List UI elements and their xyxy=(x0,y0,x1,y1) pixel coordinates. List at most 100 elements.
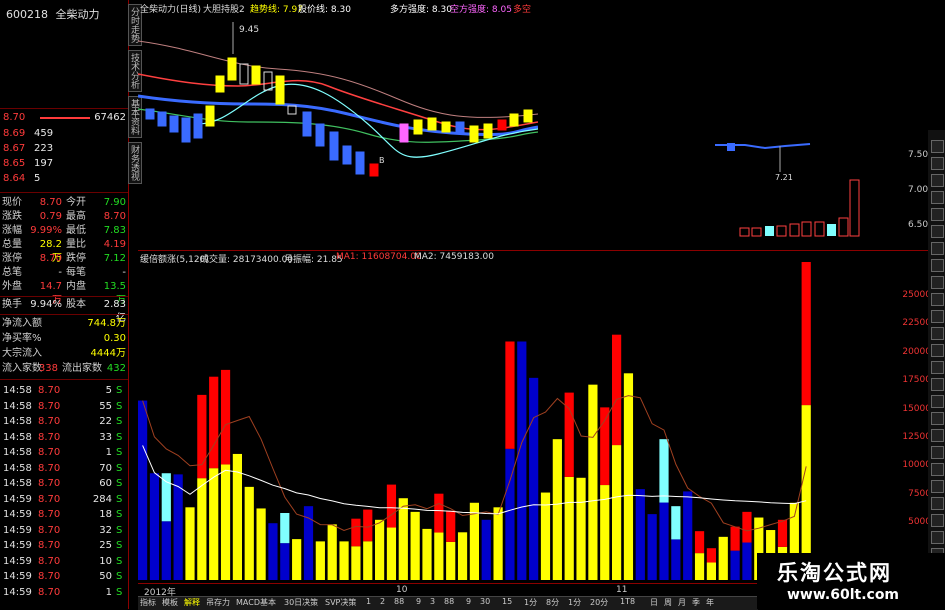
quote-row: 涨幅 9.99% 最低 7.83 xyxy=(2,225,126,236)
book-row: 8.64 5 xyxy=(3,173,41,184)
toolbar-icon[interactable] xyxy=(931,310,944,323)
volume-bar xyxy=(659,502,669,580)
volume-bar-top xyxy=(280,512,290,544)
watermark: 乐淘公式网 www.60lt.com xyxy=(757,553,945,609)
bottom-tab[interactable]: 1 xyxy=(366,597,371,606)
bottom-tab[interactable]: 季 xyxy=(692,597,700,608)
bottom-tab[interactable]: 9 xyxy=(466,597,471,606)
quote-row: 净流入额 744.8万 xyxy=(2,318,126,329)
bottom-tab[interactable]: 1T8 xyxy=(620,597,635,606)
bottom-tab[interactable]: 年 xyxy=(706,597,714,608)
candle xyxy=(215,75,225,93)
bottom-tab[interactable]: 88 xyxy=(394,597,404,606)
book-row: 8.67 223 xyxy=(3,143,54,154)
volume-bar xyxy=(422,528,432,580)
toolbar-icon[interactable] xyxy=(931,395,944,408)
volume-bar xyxy=(457,532,468,580)
volume-bar xyxy=(446,541,456,580)
tick-row: 14:59 8.70 18 S xyxy=(3,509,123,520)
candle xyxy=(193,113,203,139)
volume-bar xyxy=(327,524,337,580)
toolbar-icon[interactable] xyxy=(931,429,944,442)
toolbar-icon[interactable] xyxy=(931,191,944,204)
volume-tick: 15000 xyxy=(902,403,931,414)
bottom-tab[interactable]: 88 xyxy=(444,597,454,606)
toolbar-icon[interactable] xyxy=(931,242,944,255)
bottom-tab[interactable]: 15 xyxy=(502,597,512,606)
bottom-tab[interactable]: 9 xyxy=(416,597,421,606)
quote-row: 总量 28.2万 量比 4.19 xyxy=(2,239,126,264)
bottom-tab[interactable]: MACD基本 xyxy=(236,597,276,608)
toolbar-icon[interactable] xyxy=(931,446,944,459)
volume-bar xyxy=(564,476,574,580)
quote-row: 现价 8.70 今开 7.90 xyxy=(2,197,126,208)
bottom-tab[interactable]: 1分 xyxy=(568,597,581,608)
time-axis: 2012年 10 11 xyxy=(138,583,758,598)
bottom-tab[interactable]: 30 xyxy=(480,597,490,606)
toolbar-icon[interactable] xyxy=(931,531,944,544)
volume-tick: 17500 xyxy=(902,375,931,386)
volume-bar xyxy=(351,546,361,580)
volume-tick: 25000 xyxy=(902,290,931,301)
bottom-tab[interactable]: 月 xyxy=(678,597,686,608)
bottom-tab[interactable]: 2 xyxy=(380,597,385,606)
bottom-tab[interactable]: 20分 xyxy=(590,597,608,608)
bottom-tab[interactable]: 8分 xyxy=(546,597,559,608)
bottom-tab[interactable]: 日 xyxy=(650,597,658,608)
candle xyxy=(239,63,249,85)
volume-bar xyxy=(268,523,278,580)
bottom-tab[interactable]: 1分 xyxy=(524,597,537,608)
candle xyxy=(157,111,167,127)
toolbar-icon[interactable] xyxy=(931,514,944,527)
toolbar-icon[interactable] xyxy=(931,293,944,306)
quote-panel: 600218 全柴动力 8.70 67462 8.69 459 8.67 223 8… xyxy=(0,0,129,609)
quote-row: 净买率% 0.30 xyxy=(2,333,126,344)
toolbar-icon[interactable] xyxy=(931,174,944,187)
toolbar-icon[interactable] xyxy=(931,225,944,238)
volume-bar-top xyxy=(505,341,515,449)
volume-bar-top xyxy=(694,531,705,554)
bottom-tab[interactable]: 模板 xyxy=(162,597,178,608)
toolbar-icon[interactable] xyxy=(931,140,944,153)
volume-bar-top xyxy=(446,510,456,542)
volume-bar xyxy=(315,541,325,580)
toolbar-icon[interactable] xyxy=(931,157,944,170)
volume-bar xyxy=(481,519,491,580)
quote-row: 总笔 - 每笔 - xyxy=(2,267,126,278)
candle xyxy=(355,151,365,175)
bottom-tab[interactable]: 解释 xyxy=(184,597,200,608)
candle xyxy=(369,163,379,177)
high-label: 9.45 xyxy=(239,25,259,35)
bottom-tab[interactable]: 3 xyxy=(430,597,435,606)
bottom-tab[interactable]: 指标 xyxy=(140,597,156,608)
bottom-tab[interactable]: 30日决策 xyxy=(284,597,318,608)
tick-row: 14:58 8.70 70 S xyxy=(3,462,123,474)
toolbar-icon[interactable] xyxy=(931,344,944,357)
toolbar-icon[interactable] xyxy=(931,259,944,272)
tick-row: 14:59 8.70 32 S xyxy=(3,524,123,536)
tick-row: 14:59 8.70 50 S xyxy=(3,571,123,582)
toolbar-icon[interactable] xyxy=(931,497,944,510)
tick-row: 14:58 8.70 22 S xyxy=(3,416,123,427)
bottom-tab[interactable]: 周 xyxy=(664,597,672,608)
toolbar-icon[interactable] xyxy=(931,463,944,476)
candle xyxy=(455,121,465,135)
toolbar-icon[interactable] xyxy=(931,378,944,391)
volume-bar xyxy=(292,539,302,580)
toolbar-icon[interactable] xyxy=(931,327,944,340)
candle xyxy=(413,119,423,135)
toolbar-icon[interactable] xyxy=(931,412,944,425)
volume-bar xyxy=(635,489,645,580)
toolbar-icon[interactable] xyxy=(931,480,944,493)
stock-header: 600218 全柴动力 xyxy=(6,6,100,22)
toolbar-icon[interactable] xyxy=(931,276,944,289)
kline-chart[interactable]: 9.45 B xyxy=(138,14,538,194)
candle xyxy=(315,123,325,147)
toolbar-icon[interactable] xyxy=(931,208,944,221)
toolbar-icon[interactable] xyxy=(931,361,944,374)
bottom-tab[interactable]: 吊存力 xyxy=(206,597,230,608)
volume-chart[interactable] xyxy=(138,262,858,580)
candle xyxy=(263,71,273,91)
bottom-tab[interactable]: SVP决策 xyxy=(325,597,356,608)
volume-bar xyxy=(623,373,634,580)
